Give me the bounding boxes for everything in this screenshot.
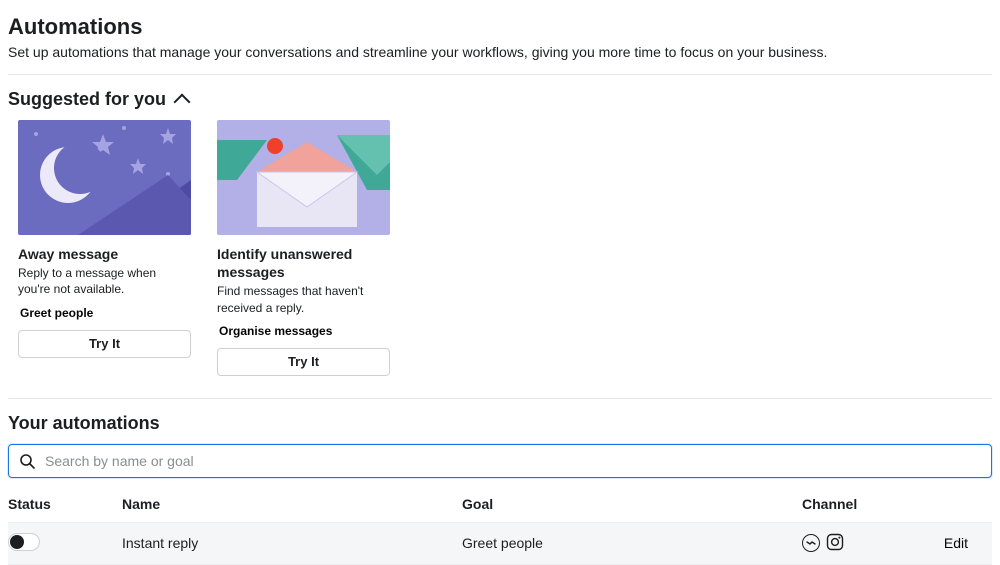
- divider: [8, 74, 992, 75]
- card-title: Identify unanswered messages: [217, 245, 390, 281]
- suggested-section-title: Suggested for you: [8, 89, 166, 110]
- card-tag: Organise messages: [219, 324, 390, 338]
- row-goal: Greet people: [462, 535, 802, 551]
- table-row: Instant reply Greet people Edit: [8, 522, 992, 565]
- col-header-name: Name: [122, 496, 462, 512]
- suggested-section-toggle[interactable]: Suggested for you: [8, 89, 992, 110]
- your-automations-title: Your automations: [8, 413, 992, 434]
- suggestion-card-away-message: Away message Reply to a message when you…: [18, 120, 191, 376]
- page-description: Set up automations that manage your conv…: [8, 44, 992, 60]
- page-title: Automations: [8, 14, 992, 40]
- toggle-knob: [10, 535, 24, 549]
- divider: [8, 398, 992, 399]
- card-description: Reply to a message when you're not avail…: [18, 265, 191, 297]
- try-it-button[interactable]: Try It: [217, 348, 390, 376]
- suggested-cards: Away message Reply to a message when you…: [18, 120, 992, 376]
- status-toggle[interactable]: [8, 533, 40, 551]
- suggestion-card-unanswered: Identify unanswered messages Find messag…: [217, 120, 390, 376]
- chevron-up-icon: [174, 93, 191, 110]
- search-field-wrap[interactable]: [8, 444, 992, 478]
- card-illustration-night: [18, 120, 191, 235]
- col-header-status: Status: [8, 496, 122, 512]
- card-description: Find messages that haven't received a re…: [217, 283, 390, 315]
- card-title: Away message: [18, 245, 191, 263]
- messenger-icon: [802, 534, 820, 552]
- row-name: Instant reply: [122, 535, 462, 551]
- table-header: Status Name Goal Channel: [8, 496, 992, 522]
- try-it-button[interactable]: Try It: [18, 330, 191, 358]
- card-tag: Greet people: [20, 306, 191, 320]
- search-input[interactable]: [43, 452, 981, 470]
- col-header-goal: Goal: [462, 496, 802, 512]
- edit-link[interactable]: Edit: [944, 535, 968, 551]
- card-illustration-envelope: [217, 120, 390, 235]
- search-icon: [19, 453, 35, 469]
- col-header-channel: Channel: [802, 496, 922, 512]
